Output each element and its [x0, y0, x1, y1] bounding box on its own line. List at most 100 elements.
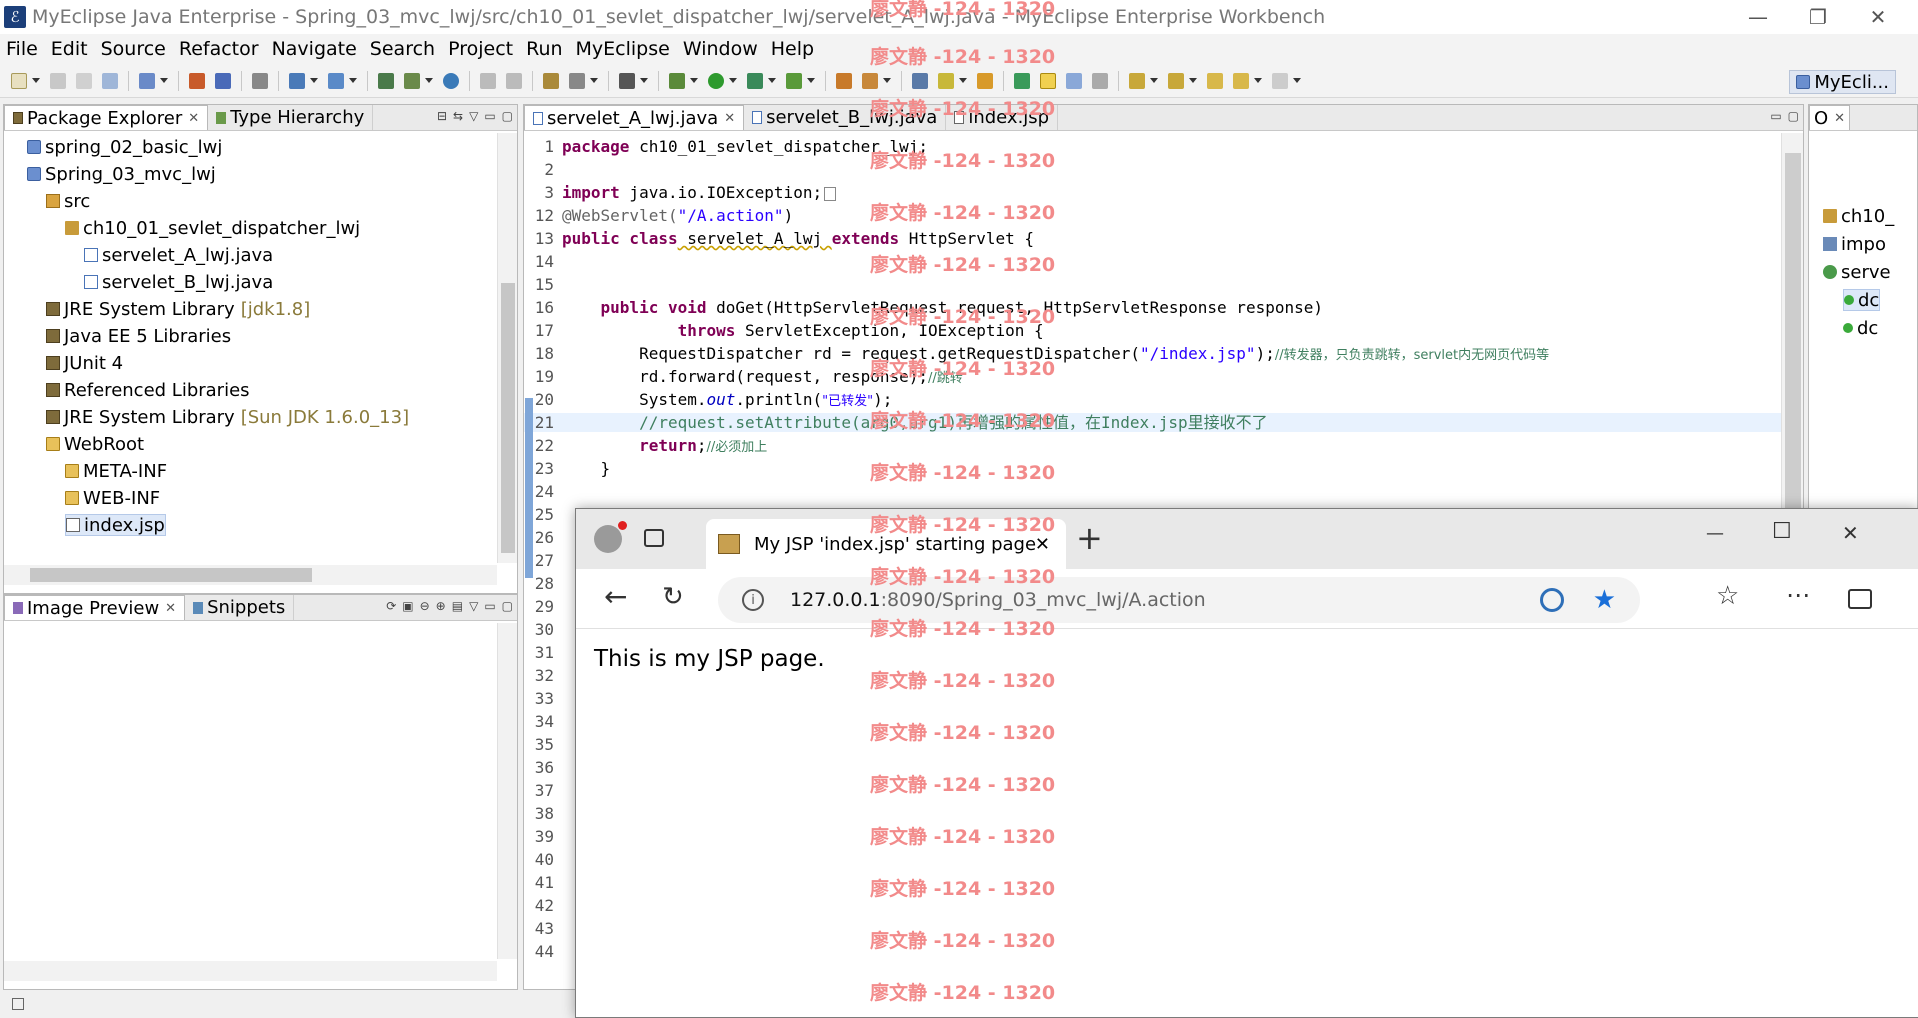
- prev-annotation-icon[interactable]: [1168, 72, 1184, 89]
- nav-back-icon[interactable]: [1233, 72, 1249, 89]
- sidebar-toggle-icon[interactable]: [1848, 589, 1872, 609]
- browser-maximize-button[interactable]: ☐: [1772, 519, 1792, 544]
- tree-item[interactable]: WEB-INF: [65, 487, 160, 509]
- new-class-icon[interactable]: [862, 72, 878, 89]
- wizard-icon[interactable]: [543, 72, 559, 89]
- tree-item[interactable]: spring_02_basic_lwj: [27, 136, 222, 158]
- close-tab-icon[interactable]: ✕: [1834, 111, 1845, 126]
- refresh-icon[interactable]: ⟳: [386, 599, 396, 613]
- tab-type-hierarchy[interactable]: Type Hierarchy: [208, 105, 374, 130]
- new-project-icon[interactable]: [139, 72, 155, 89]
- browser-minimize-button[interactable]: —: [1706, 523, 1724, 544]
- preview-horizontal-scrollbar[interactable]: [4, 961, 497, 981]
- tree-item[interactable]: WebRoot: [46, 433, 144, 455]
- outline-item[interactable]: impo: [1841, 234, 1886, 255]
- new-tab-icon[interactable]: +: [1076, 519, 1103, 557]
- back-icon[interactable]: [480, 72, 496, 89]
- globe-icon[interactable]: [443, 72, 459, 89]
- outline-item[interactable]: dc: [1858, 290, 1879, 311]
- read-aloud-icon[interactable]: [1540, 588, 1564, 612]
- show-whitespace-icon[interactable]: [1092, 72, 1108, 89]
- open-resource-icon[interactable]: [404, 72, 420, 89]
- debug-icon[interactable]: [669, 72, 685, 89]
- tree-item[interactable]: JRE System Library [jdk1.8]: [46, 298, 310, 320]
- tree-vertical-scrollbar[interactable]: [497, 133, 517, 563]
- new-icon[interactable]: [11, 72, 27, 89]
- fit-icon[interactable]: ▣: [402, 599, 413, 613]
- tree-item[interactable]: servelet_B_lwj.java: [84, 271, 273, 293]
- open-type-icon[interactable]: [378, 72, 394, 89]
- menu-navigate[interactable]: Navigate: [272, 38, 357, 60]
- deploy-icon[interactable]: [215, 72, 231, 89]
- minimize-button[interactable]: —: [1728, 0, 1788, 34]
- tree-item[interactable]: Spring_03_mvc_lwj: [27, 163, 216, 185]
- tree-item[interactable]: Referenced Libraries: [46, 379, 250, 401]
- address-bar[interactable]: i 127.0.0.1:8090/Spring_03_mvc_lwj/A.act…: [718, 577, 1640, 623]
- zoom-in-icon[interactable]: ⊕: [436, 599, 446, 613]
- tree-item[interactable]: Java EE 5 Libraries: [46, 325, 231, 347]
- close-button[interactable]: ✕: [1848, 0, 1908, 34]
- tab-image-preview[interactable]: Image Preview ✕: [4, 595, 186, 620]
- save-icon[interactable]: [50, 72, 66, 89]
- new-package-icon[interactable]: [836, 72, 852, 89]
- browser-close-button[interactable]: ✕: [1842, 521, 1859, 545]
- tree-item[interactable]: servelet_A_lwj.java: [84, 244, 273, 266]
- collapse-all-icon[interactable]: ⊟: [437, 109, 447, 123]
- tree-item[interactable]: src: [46, 190, 90, 212]
- browser-tab[interactable]: My JSP 'index.jsp' starting page ✕: [706, 519, 1066, 569]
- menu-refactor[interactable]: Refactor: [179, 38, 259, 60]
- menu-search[interactable]: Search: [370, 38, 435, 60]
- menu-source[interactable]: Source: [101, 38, 166, 60]
- debug-server-icon[interactable]: [289, 72, 305, 89]
- next-annotation-icon[interactable]: [1129, 72, 1145, 89]
- back-icon[interactable]: ←: [604, 583, 627, 611]
- site-info-icon[interactable]: i: [742, 589, 764, 611]
- zoom-out-icon[interactable]: ⊖: [420, 599, 430, 613]
- menu-edit[interactable]: Edit: [51, 38, 88, 60]
- tree-item[interactable]: index.jsp: [65, 514, 166, 536]
- profile-avatar-icon[interactable]: [594, 525, 622, 553]
- run-profile-icon[interactable]: [747, 72, 763, 89]
- toggle-mark-icon[interactable]: [1014, 72, 1030, 89]
- last-edit-icon[interactable]: [1207, 72, 1223, 89]
- tab-servelet-a[interactable]: servelet_A_lwj.java ✕: [524, 105, 745, 130]
- minimize-view-icon[interactable]: ▭: [484, 599, 495, 613]
- reload-icon[interactable]: ↻: [662, 583, 684, 611]
- tab-package-explorer[interactable]: Package Explorer ✕: [4, 105, 209, 130]
- nav-forward-icon[interactable]: [1272, 72, 1288, 89]
- preview-vertical-scrollbar[interactable]: [497, 623, 517, 959]
- tab-outline[interactable]: O ✕: [1809, 105, 1851, 130]
- settings-icon[interactable]: [569, 72, 585, 89]
- save-all-icon[interactable]: [76, 72, 92, 89]
- outline-item[interactable]: ch10_: [1841, 206, 1894, 227]
- tree-item[interactable]: META-INF: [65, 460, 167, 482]
- menu-window[interactable]: Window: [683, 38, 758, 60]
- tab-servelet-b[interactable]: servelet_B_lwj.java: [744, 105, 947, 130]
- favorites-icon[interactable]: ☆: [1716, 581, 1739, 611]
- favorite-star-icon[interactable]: ★: [1593, 585, 1616, 615]
- maximize-view-icon[interactable]: ▢: [502, 599, 513, 613]
- print-icon[interactable]: [102, 72, 118, 89]
- tab-snippets[interactable]: Snippets: [185, 595, 295, 620]
- maximize-view-icon[interactable]: ▢: [1788, 109, 1799, 123]
- menu-file[interactable]: File: [6, 38, 38, 60]
- browser-icon[interactable]: [328, 72, 344, 89]
- search-toolbar-icon[interactable]: [977, 72, 993, 89]
- team-icon[interactable]: [912, 72, 928, 89]
- menu-help[interactable]: Help: [771, 38, 814, 60]
- maximize-button[interactable]: ❐: [1788, 0, 1848, 34]
- console-icon[interactable]: [619, 72, 635, 89]
- forward-icon[interactable]: [506, 72, 522, 89]
- tree-item[interactable]: ch10_01_sevlet_dispatcher_lwj: [65, 217, 360, 239]
- highlight-icon[interactable]: [1040, 72, 1056, 89]
- menu-myeclipse[interactable]: MyEclipse: [576, 38, 670, 60]
- close-tab-icon[interactable]: ✕: [724, 111, 735, 126]
- tree-horizontal-scrollbar[interactable]: [4, 565, 497, 585]
- close-tab-icon[interactable]: ✕: [188, 111, 199, 126]
- close-tab-icon[interactable]: ✕: [1035, 534, 1050, 555]
- external-tools-icon[interactable]: [786, 72, 802, 89]
- outline-item[interactable]: serve: [1841, 262, 1891, 283]
- more-menu-icon[interactable]: ⋯: [1786, 581, 1810, 609]
- tree-item[interactable]: JRE System Library [Sun JDK 1.6.0_13]: [46, 406, 409, 428]
- tab-actions-icon[interactable]: [644, 529, 664, 547]
